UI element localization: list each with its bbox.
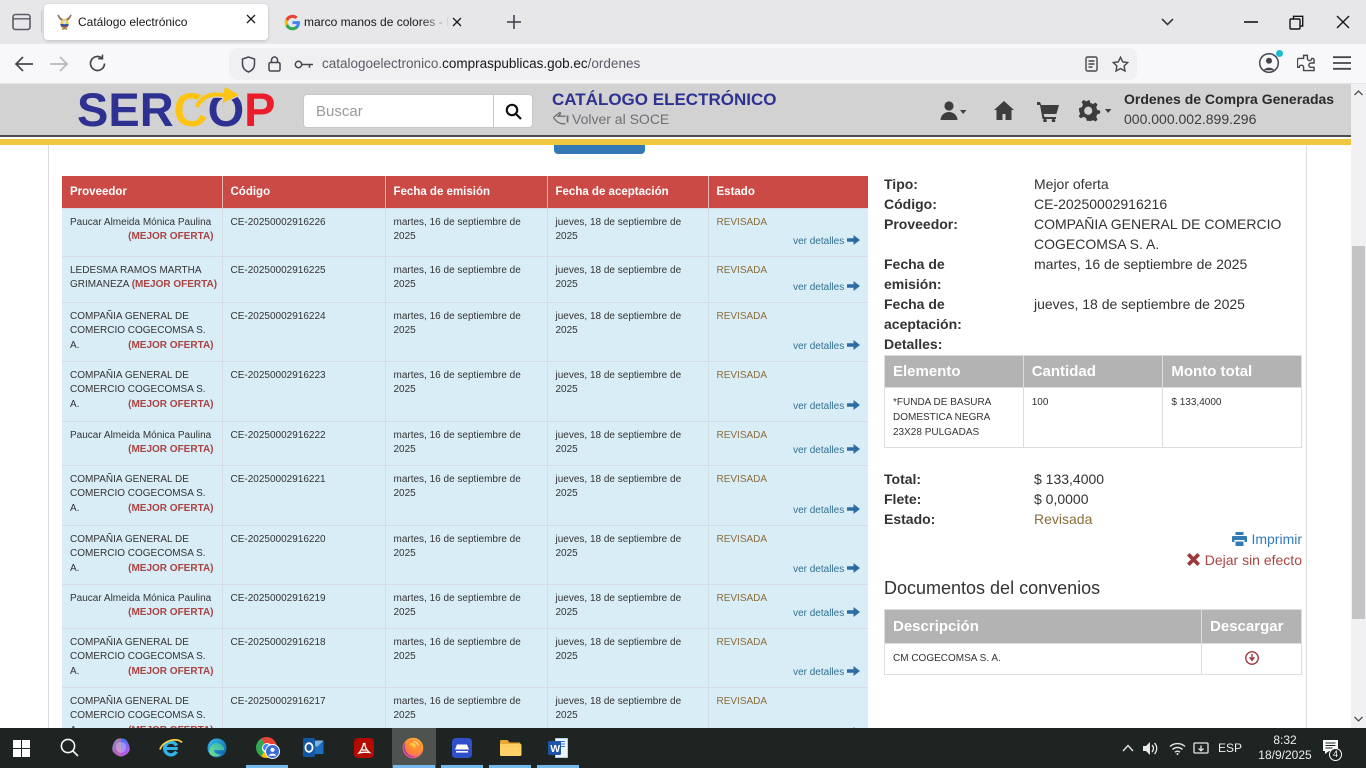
svg-text:W: W bbox=[550, 743, 560, 755]
